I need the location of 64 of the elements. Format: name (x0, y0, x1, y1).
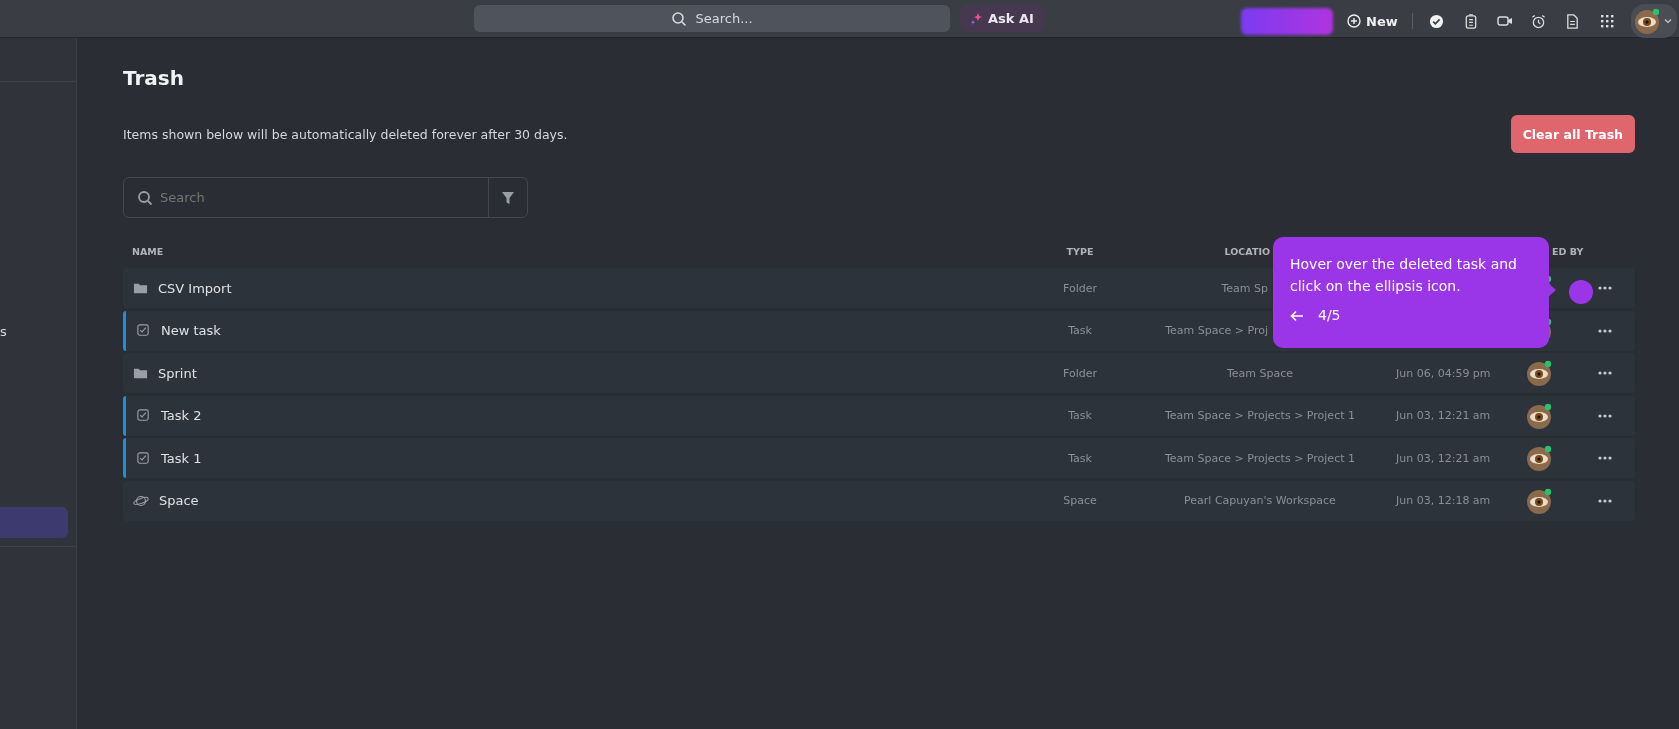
item-location: Team Space (1226, 366, 1294, 380)
chevron-down-icon (1663, 18, 1672, 24)
item-name: Task 2 (161, 408, 202, 423)
avatar (1526, 444, 1554, 472)
item-location: Team Space > Projects > Project 1 (1165, 409, 1355, 422)
more-options-button[interactable] (1598, 456, 1612, 460)
more-options-button[interactable] (1598, 371, 1612, 375)
item-type: Task (1068, 324, 1092, 337)
item-type: Task (1068, 451, 1092, 465)
ellipsis-icon (1598, 498, 1612, 503)
item-name: Task 1 (161, 450, 202, 466)
tooltip-text: Hover over the deleted task and click on the ellipsis icon. (1290, 255, 1518, 296)
item-location: Team Space > Projects > Project 1 (1165, 451, 1355, 465)
avatar (1526, 486, 1554, 515)
checkbox-icon (136, 323, 151, 338)
column-header: ED BY (1552, 245, 1584, 257)
trash-description: Items shown below will be automatically deleted forever after 30 days. (123, 126, 568, 142)
back-arrow-icon (1290, 310, 1304, 323)
item-name: Sprint (158, 365, 197, 381)
filter-icon (501, 190, 515, 205)
column-header: NAME (132, 245, 164, 257)
search-icon (671, 10, 688, 27)
column-header: TYPE (1066, 245, 1094, 257)
search-field[interactable]: Search (123, 177, 528, 218)
item-name: CSV Import (158, 280, 232, 296)
global-search-field[interactable]: Search... (474, 5, 950, 32)
step-counter: 4/5 (1318, 306, 1341, 326)
user-avatar (1633, 7, 1662, 35)
profile-menu[interactable] (1630, 4, 1677, 38)
avatar (1526, 359, 1554, 387)
item-name: Space (159, 493, 199, 508)
ellipsis-icon (1598, 413, 1612, 418)
item-location: Team Sp (1221, 281, 1268, 295)
more-options-button[interactable] (1598, 328, 1612, 333)
back-button[interactable] (1290, 310, 1304, 323)
deleted-date: Jun 03, 12:21 am (1396, 409, 1491, 422)
new-button[interactable]: New (1347, 13, 1398, 29)
checkbox-icon (136, 408, 151, 423)
checkbox-icon (136, 450, 151, 466)
search-icon (137, 190, 153, 206)
deleted-date: Jun 03, 12:21 am (1396, 451, 1491, 465)
more-options-button[interactable] (1598, 286, 1612, 290)
column-header: LOCATIO (1224, 245, 1270, 257)
sparkle-icon (970, 11, 984, 26)
deleted-date: Jun 06, 04:59 pm (1396, 366, 1491, 380)
plus-circle-icon (1347, 14, 1361, 28)
more-options-button[interactable] (1598, 413, 1612, 418)
item-location: Pearl Capuyan's Workspace (1184, 494, 1336, 507)
deleted-date: Jun 03, 12:18 am (1396, 494, 1491, 507)
page-title: Trash (123, 66, 185, 92)
ask-ai-button[interactable]: Ask AI (960, 5, 1044, 32)
ellipsis-icon (1598, 286, 1612, 290)
ellipsis-icon (1598, 456, 1612, 460)
item-type: Task (1068, 409, 1092, 422)
ellipsis-icon (1598, 371, 1612, 375)
avatar (1526, 401, 1554, 430)
item-name: New task (161, 323, 221, 338)
ellipsis-icon (1598, 328, 1612, 333)
item-type: Folder (1063, 281, 1097, 295)
item-type: Folder (1063, 366, 1097, 380)
item-type: Space (1063, 494, 1097, 507)
sidebar-label: s (0, 324, 7, 339)
item-location: Team Space > Proj (1165, 324, 1268, 337)
more-options-button[interactable] (1598, 498, 1612, 503)
